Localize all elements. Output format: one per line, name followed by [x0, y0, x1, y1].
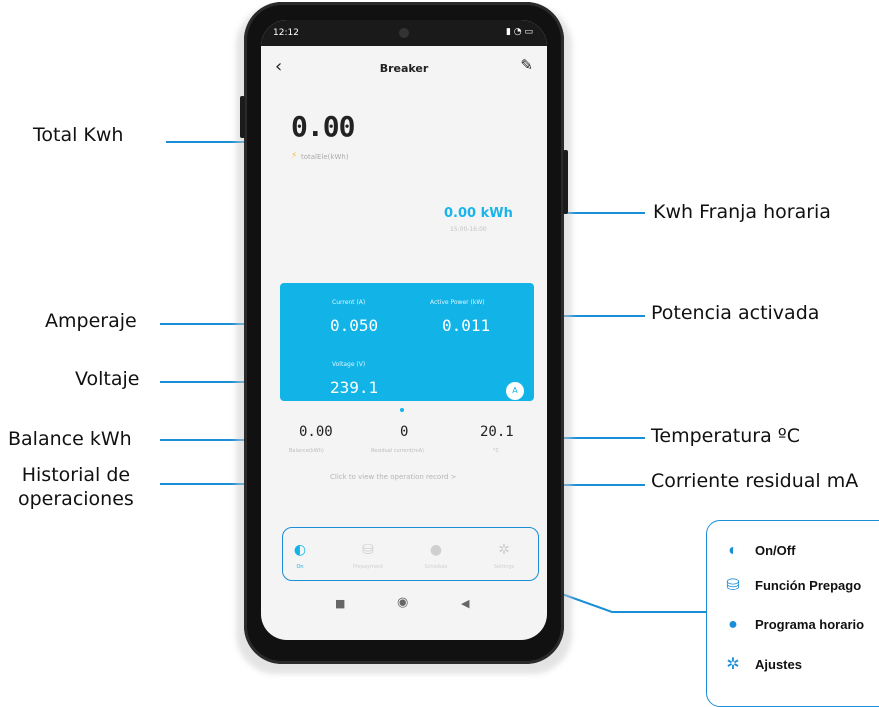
- bolt-icon: ⚡: [291, 151, 298, 161]
- legend-on-off-label: On/Off: [755, 543, 796, 558]
- current-value: 0.050: [330, 316, 379, 335]
- active-power-value: 0.011: [442, 316, 491, 335]
- back-icon[interactable]: ◀: [461, 597, 469, 610]
- electric-readings-card: Current (A) 0.050 Active Power (kW) 0.01…: [280, 283, 534, 401]
- legend-panel: ◐ On/Off ⛁ Función Prepago ● Programa ho…: [706, 520, 879, 707]
- card-mode-button[interactable]: A: [506, 382, 524, 400]
- phone-power-button: [563, 150, 568, 214]
- legend-ajustes-label: Ajustes: [755, 657, 802, 672]
- legend-prepago-label: Función Prepago: [755, 578, 862, 593]
- franja-kwh-value: 0.00 kWh: [444, 206, 513, 221]
- current-label: Current (A): [332, 299, 366, 306]
- coins-icon: ⛁: [726, 577, 740, 594]
- home-icon[interactable]: ◉: [397, 595, 408, 610]
- camera-icon: [399, 28, 409, 38]
- legend-programa-label: Programa horario: [755, 617, 865, 632]
- status-icons: ▮ ◔ ▭: [505, 27, 533, 37]
- phone-volume-button: [240, 96, 245, 138]
- residual-current-label: Residual current(mA): [371, 448, 424, 454]
- total-kwh-label: totalEle(kWh): [301, 153, 349, 161]
- voltage-value: 239.1: [330, 378, 379, 397]
- balance-label: Balance(kWh): [289, 448, 324, 454]
- residual-current-value: 0: [400, 424, 409, 440]
- total-kwh-value: 0.00: [291, 110, 355, 143]
- gear-icon: ✲: [726, 656, 740, 673]
- active-power-label: Active Power (kW): [430, 299, 485, 306]
- status-bar: 12:12 ▮ ◔ ▭: [261, 20, 547, 46]
- temperature-label: °C: [493, 448, 499, 454]
- app-title: Breaker: [379, 62, 429, 75]
- system-nav-bar: ■ ◉ ◀: [261, 585, 547, 625]
- page-indicator: [400, 408, 404, 412]
- app-bar: ‹ Breaker ✎: [261, 50, 547, 84]
- balance-value: 0.00: [299, 424, 333, 440]
- recent-apps-icon[interactable]: ■: [335, 597, 345, 610]
- franja-time-range: 15:00-16:00: [450, 226, 487, 233]
- voltage-label: Voltage (V): [332, 361, 366, 368]
- temperature-value: 20.1: [480, 424, 514, 440]
- clock-icon: ●: [728, 616, 738, 633]
- edit-icon[interactable]: ✎: [520, 56, 533, 74]
- tab-bar-highlight: [282, 527, 539, 581]
- toggle-icon: ◐: [728, 542, 738, 559]
- status-time: 12:12: [273, 28, 299, 38]
- operation-record-link[interactable]: Click to view the operation record >: [330, 473, 457, 481]
